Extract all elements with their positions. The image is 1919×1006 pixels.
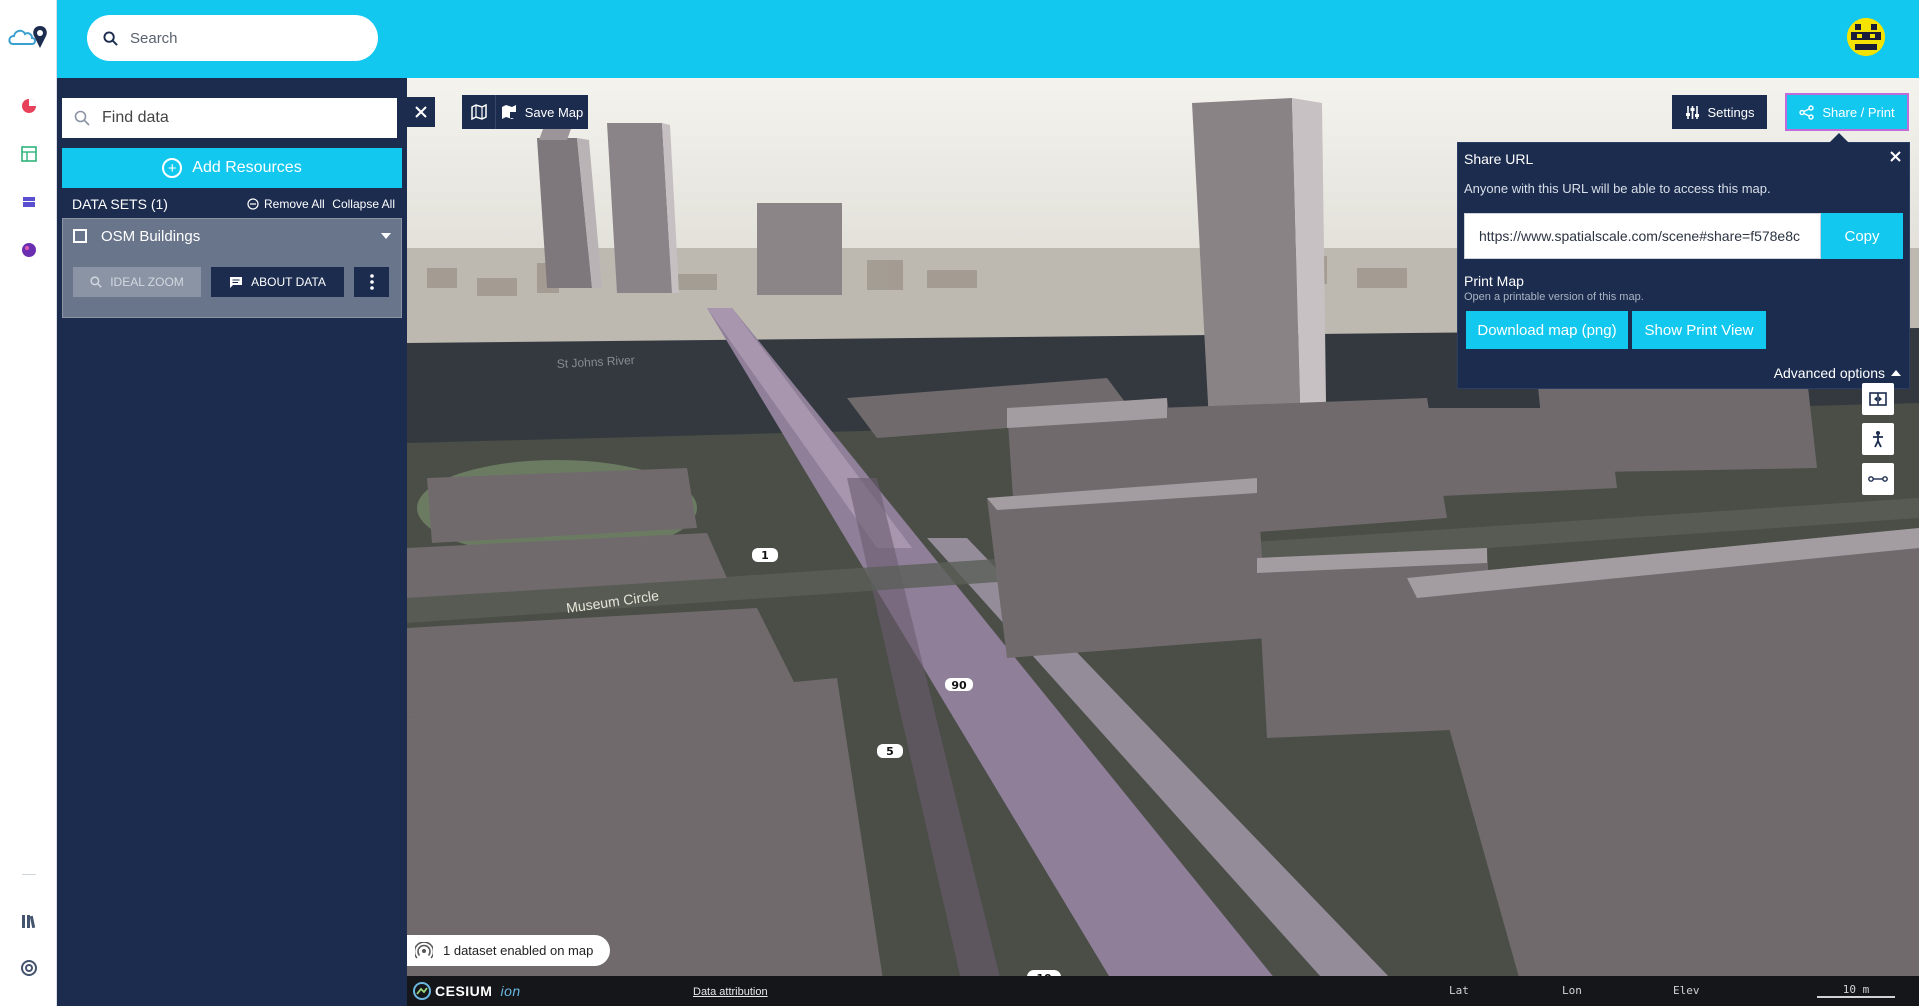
- longitude-readout: Lon: [1562, 984, 1582, 997]
- split-view-button[interactable]: [1862, 383, 1894, 415]
- save-map-label: Save Map: [524, 104, 584, 120]
- settings-button[interactable]: Settings: [1672, 95, 1767, 129]
- map-toolbar: Save Map: [462, 95, 588, 129]
- share-print-label: Share / Print: [1822, 104, 1895, 120]
- broadcast-icon: [415, 941, 433, 959]
- layers-icon[interactable]: [19, 192, 39, 212]
- elevation-readout: Elev: [1673, 984, 1700, 997]
- print-map-title: Print Map: [1464, 273, 1524, 289]
- measure-icon: [1868, 476, 1888, 482]
- divider: [19, 872, 39, 878]
- help-lifebuoy-icon[interactable]: [19, 958, 39, 978]
- scale-bar: 10 m: [1817, 983, 1895, 998]
- map-footer: CESIUM ion Data attribution Lat Lon Elev…: [407, 976, 1919, 1006]
- chevron-down-icon[interactable]: [381, 233, 391, 239]
- share-icon: [1799, 104, 1815, 120]
- close-icon: [1890, 151, 1901, 162]
- library-icon[interactable]: [19, 911, 39, 931]
- remove-all-button[interactable]: Remove All: [247, 197, 325, 211]
- cesium-brand: CESIUM: [435, 983, 493, 999]
- datasets-header: DATA SETS (1) Remove All Collapse All: [72, 193, 397, 215]
- pedestrian-mode-button[interactable]: [1862, 423, 1894, 455]
- search-icon: [74, 110, 90, 126]
- route-label: 1: [761, 549, 769, 562]
- share-print-button[interactable]: Share / Print: [1785, 93, 1909, 131]
- ideal-zoom-label: IDEAL ZOOM: [110, 275, 184, 289]
- globe-icon[interactable]: [19, 240, 39, 260]
- share-url-box[interactable]: [1464, 213, 1821, 259]
- minus-circle-icon: [247, 198, 259, 210]
- share-url-title: Share URL: [1464, 151, 1534, 167]
- chevron-up-icon: [1891, 370, 1901, 376]
- advanced-options-toggle[interactable]: Advanced options: [1774, 365, 1901, 381]
- top-bar: [57, 0, 1919, 78]
- user-avatar[interactable]: [1847, 18, 1885, 56]
- app-root: + Add Resources DATA SETS (1) Remove All…: [0, 0, 1919, 1006]
- cesium-logo-icon: [413, 982, 431, 1000]
- datasets-enabled-chip[interactable]: 1 dataset enabled on map: [407, 935, 610, 966]
- data-attribution-link[interactable]: Data attribution: [693, 986, 768, 998]
- sliders-icon: [1685, 105, 1699, 119]
- dataset-header[interactable]: OSM Buildings: [63, 219, 401, 253]
- save-map-button[interactable]: Save Map: [496, 95, 588, 129]
- popover-arrow: [1829, 133, 1849, 143]
- spreadsheet-icon[interactable]: [19, 144, 39, 164]
- pie-chart-icon[interactable]: [19, 96, 39, 116]
- add-resources-label: Add Resources: [192, 159, 302, 176]
- datasets-enabled-label: 1 dataset enabled on map: [443, 943, 594, 958]
- map-view-button[interactable]: [462, 95, 496, 129]
- ideal-zoom-button[interactable]: IDEAL ZOOM: [73, 267, 201, 297]
- more-options-button[interactable]: [354, 267, 389, 297]
- remove-all-label: Remove All: [264, 197, 325, 211]
- dataset-name: OSM Buildings: [101, 227, 201, 245]
- about-data-label: ABOUT DATA: [251, 275, 326, 289]
- close-popover-button[interactable]: [1890, 149, 1901, 167]
- show-print-view-button[interactable]: Show Print View: [1632, 311, 1766, 349]
- collapse-all-button[interactable]: Collapse All: [332, 197, 395, 211]
- split-screen-icon: [1869, 392, 1887, 406]
- latitude-readout: Lat: [1449, 984, 1469, 997]
- map-icon: [470, 104, 487, 120]
- measure-tool-button[interactable]: [1862, 463, 1894, 495]
- dataset-actions: IDEAL ZOOM ABOUT DATA: [73, 267, 389, 297]
- datasets-title: DATA SETS (1): [72, 196, 168, 212]
- print-map-description: Open a printable version of this map.: [1464, 291, 1644, 303]
- search-icon: [103, 30, 118, 46]
- app-logo-icon[interactable]: [7, 22, 49, 52]
- close-icon: [415, 106, 427, 118]
- find-data-box[interactable]: [62, 98, 397, 138]
- route-label: 5: [886, 745, 894, 758]
- left-rail: [0, 0, 57, 1006]
- advanced-options-label: Advanced options: [1773, 365, 1885, 381]
- share-description: Anyone with this URL will be able to acc…: [1464, 181, 1771, 196]
- kebab-menu-icon: [369, 274, 374, 290]
- add-resources-button[interactable]: + Add Resources: [62, 148, 402, 188]
- find-data-input[interactable]: [102, 109, 372, 127]
- dataset-card: OSM Buildings IDEAL ZOOM ABOUT DATA: [62, 218, 402, 318]
- close-panel-button[interactable]: [407, 97, 435, 127]
- dataset-checkbox[interactable]: [73, 229, 87, 243]
- plus-circle-icon: +: [162, 158, 183, 178]
- search-input[interactable]: [130, 29, 350, 47]
- data-panel: + Add Resources DATA SETS (1) Remove All…: [57, 78, 407, 1006]
- share-popover: Share URL Anyone with this URL will be a…: [1457, 133, 1910, 389]
- download-map-button[interactable]: Download map (png): [1466, 311, 1628, 349]
- about-data-button[interactable]: ABOUT DATA: [211, 267, 344, 297]
- settings-label: Settings: [1707, 104, 1755, 120]
- cesium-brand-suffix: ion: [500, 983, 521, 999]
- route-label: 90: [951, 679, 967, 692]
- cesium-logo[interactable]: CESIUM ion: [413, 982, 521, 1000]
- person-icon: [1873, 431, 1883, 448]
- global-search[interactable]: [87, 15, 378, 61]
- share-url-input[interactable]: [1479, 228, 1806, 244]
- comment-icon: [230, 276, 243, 288]
- map-save-icon: [501, 105, 516, 119]
- copy-button[interactable]: Copy: [1821, 213, 1903, 259]
- search-icon: [90, 276, 102, 288]
